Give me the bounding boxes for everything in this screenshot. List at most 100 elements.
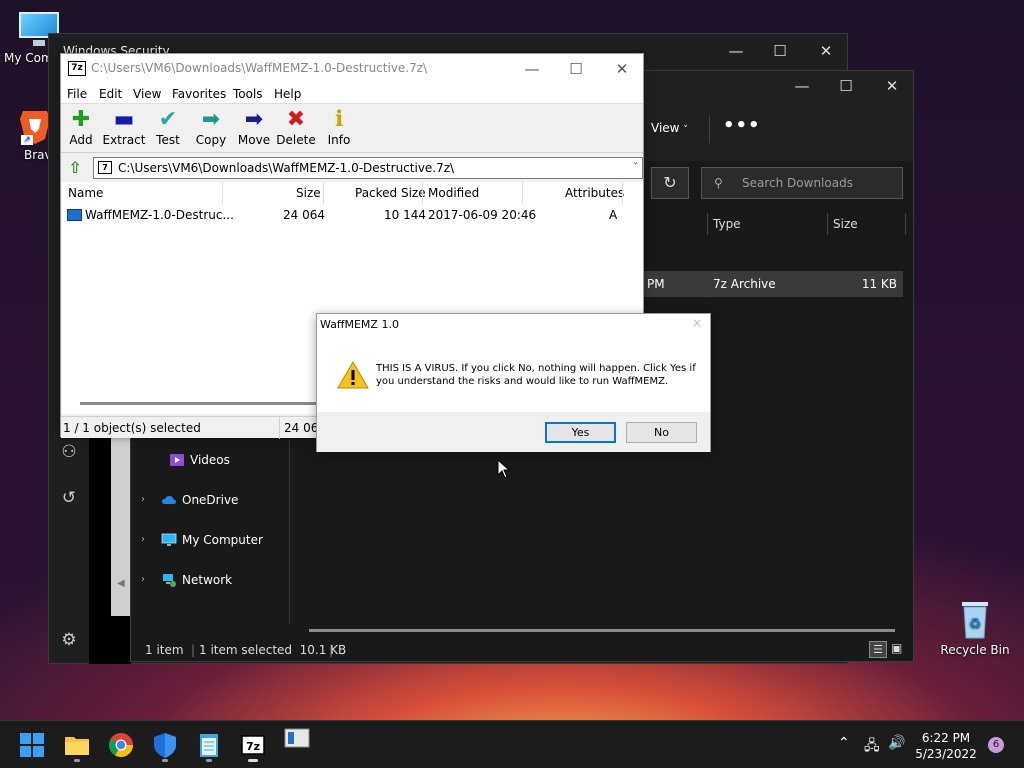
menu-edit[interactable]: Edit [99, 87, 122, 101]
desktop-icon-recycle-bin[interactable]: ♻ Recycle Bin [940, 598, 1010, 657]
column-divider [622, 182, 623, 204]
file-type-icon [67, 209, 82, 221]
extract-button[interactable]: ▬ Extract [101, 107, 147, 147]
column-type[interactable]: Type [713, 217, 741, 231]
column-divider [522, 182, 523, 204]
network-status-icon[interactable]: 🖧 [864, 735, 880, 759]
close-button[interactable]: ✕ [869, 75, 915, 97]
notification-badge[interactable]: 6 [988, 737, 1004, 753]
nav-item-label: My Computer [182, 533, 263, 547]
nav-item-label: Videos [190, 453, 230, 467]
status-selected: 1 item selected 10.1 KB [199, 643, 347, 657]
notepad-icon [200, 734, 218, 757]
taskbar-chrome[interactable] [105, 729, 137, 761]
status-item-count: 1 item [145, 643, 184, 657]
refresh-button[interactable]: ↻ [651, 167, 689, 199]
folder-up-icon[interactable]: ⇧ [65, 158, 85, 178]
column-name[interactable]: Name [68, 182, 103, 204]
history-icon[interactable]: ↺ [49, 475, 89, 521]
running-indicator [74, 759, 80, 762]
taskbar-notepad[interactable] [193, 729, 225, 762]
row-packed-size: 10 144 [384, 208, 426, 222]
table-row[interactable]: WaffMEMZ-1.0-Destruc... 24 064 10 144 20… [62, 204, 643, 226]
dialog-footer: Yes No [317, 412, 710, 452]
title-bar: 7z C:\Users\VM6\Downloads\WaffMEMZ-1.0-D… [61, 54, 643, 84]
row-modified: 2017-06-09 20:46 [428, 208, 537, 222]
extract-minus-icon: ▬ [113, 107, 135, 132]
search-input[interactable]: ⚲ Search Downloads [701, 167, 903, 199]
taskbar-waffmemz[interactable] [281, 723, 313, 755]
file-size: 11 KB [861, 277, 897, 291]
maximize-button[interactable]: ☐ [757, 40, 803, 62]
column-divider [323, 182, 324, 204]
menu-tools[interactable]: Tools [233, 87, 263, 101]
column-size[interactable]: Size [833, 217, 858, 231]
taskbar-file-explorer[interactable] [61, 729, 93, 762]
column-packed-size[interactable]: Packed Size [355, 182, 426, 204]
move-button[interactable]: ➡ Move [231, 107, 277, 147]
copy-arrow-icon: ➡ [201, 107, 221, 132]
minimize-button[interactable]: — [509, 58, 555, 80]
taskbar-windows-security[interactable] [149, 729, 181, 762]
test-button[interactable]: ✔ Test [145, 107, 191, 147]
taskbar-7zip[interactable]: 7z [237, 729, 269, 762]
status-selected: 1 / 1 object(s) selected [63, 421, 201, 435]
menu-view[interactable]: View [133, 87, 161, 101]
status-divider: | [329, 643, 334, 657]
move-arrow-icon: ➡ [244, 107, 264, 132]
show-hidden-icons-chevron-up-icon[interactable]: ⌃ [838, 735, 850, 751]
close-icon[interactable]: × [692, 316, 702, 330]
system-clock[interactable]: 6:22 PM 5/23/2022 [906, 730, 986, 762]
minimize-button[interactable]: — [713, 40, 759, 62]
yes-button[interactable]: Yes [545, 422, 616, 443]
chrome-icon [108, 733, 133, 758]
taskbar: 7z ⌃ 🖧 🔊 6:22 PM 5/23/2022 6 [0, 720, 1024, 768]
no-button[interactable]: No [626, 422, 697, 443]
column-size[interactable]: Size [296, 182, 321, 204]
details-view-icon[interactable]: ☰ [869, 641, 887, 658]
svg-text:7z: 7z [246, 740, 260, 753]
maximize-button[interactable]: ☐ [553, 58, 599, 80]
column-attributes[interactable]: Attributes [565, 182, 624, 204]
column-modified[interactable]: Modified [428, 182, 479, 204]
address-field[interactable]: 7 C:\Users\VM6\Downloads\WaffMEMZ-1.0-De… [93, 157, 643, 179]
row-name: WaffMEMZ-1.0-Destruc... [85, 208, 234, 222]
waffmemz-app-icon [284, 728, 310, 748]
clock-date: 5/23/2022 [915, 747, 977, 761]
chevron-right-icon[interactable]: › [141, 486, 145, 514]
chevron-right-icon[interactable]: › [141, 566, 145, 594]
onedrive-cloud-icon [162, 496, 176, 504]
sidebar-icons: ⚇ ↺ ⚙ [49, 429, 89, 663]
minimize-button[interactable]: — [779, 75, 825, 97]
horizontal-scrollbar[interactable] [80, 402, 320, 405]
virus-warning-dialog[interactable]: WaffMEMZ 1.0 × THIS IS A VIRUS. If you c… [316, 313, 711, 452]
column-divider [222, 182, 223, 204]
file-row[interactable]: PM 7z Archive 11 KB [641, 271, 903, 297]
menu-file[interactable]: File [67, 87, 87, 101]
close-button[interactable]: ✕ [803, 40, 849, 62]
scroll-left-arrow-icon[interactable]: ◀ [117, 578, 125, 589]
running-indicator [206, 759, 212, 762]
info-button[interactable]: ℹ Info [316, 107, 362, 147]
delete-button[interactable]: ✖ Delete [273, 107, 319, 147]
view-menu-button[interactable]: View ˅ [651, 121, 688, 135]
settings-gear-icon[interactable]: ⚙ [49, 617, 89, 663]
close-button[interactable]: ✕ [599, 58, 645, 80]
start-button[interactable] [16, 729, 48, 761]
horizontal-scrollbar[interactable] [309, 629, 895, 632]
tiles-view-icon[interactable]: ▣ [891, 641, 907, 658]
chevron-right-icon[interactable]: › [141, 526, 145, 554]
column-divider [422, 182, 423, 204]
add-button[interactable]: ✚ Add [58, 107, 104, 147]
maximize-button[interactable]: ☐ [823, 75, 869, 97]
menu-favorites[interactable]: Favorites [172, 87, 226, 101]
more-options-button[interactable]: ••• [723, 115, 761, 136]
copy-button[interactable]: ➡ Copy [188, 107, 234, 147]
volume-icon[interactable]: 🔊 [888, 735, 905, 751]
status-divider [279, 417, 280, 439]
chevron-down-icon[interactable]: ˅ [633, 158, 638, 178]
menu-help[interactable]: Help [274, 87, 301, 101]
7zip-logo-icon: 7z [68, 61, 86, 76]
chevron-down-icon: ˅ [683, 125, 688, 135]
warning-icon [337, 361, 369, 389]
